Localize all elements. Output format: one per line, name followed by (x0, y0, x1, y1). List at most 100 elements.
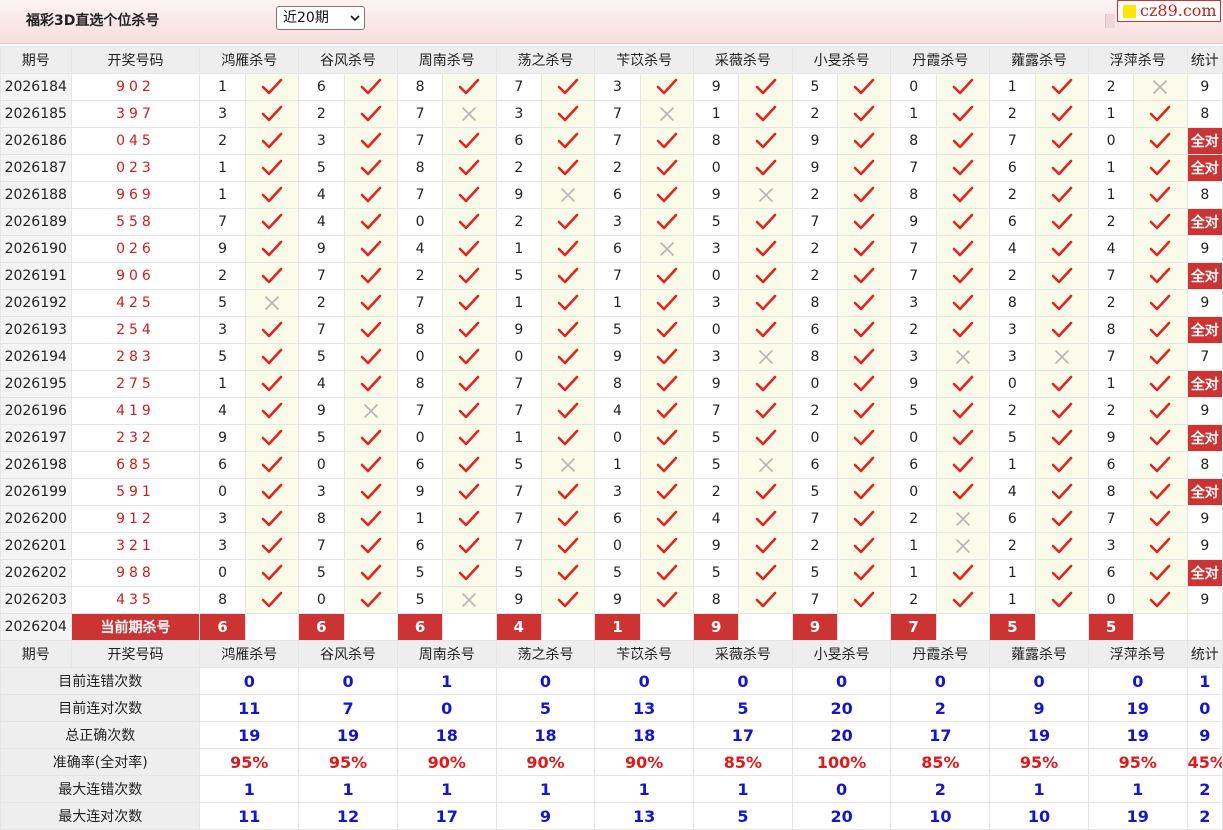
result-cell (639, 181, 695, 209)
kill-number: 6 (594, 235, 641, 263)
result-cell (935, 73, 991, 101)
site-badge[interactable]: cz89.com (1117, 0, 1221, 22)
stats-value: 1 (1186, 667, 1223, 695)
check-mark-icon (853, 348, 875, 365)
kill-number-table: 期号 开奖号码 鸿雁杀号 谷风杀号 周南杀号 荡之杀号 苄苡杀号 采薇杀号 小旻杀号 丹霞杀号 蕹露… (0, 46, 1223, 830)
stats-value: 90% (594, 748, 695, 776)
check-mark-icon (755, 483, 776, 500)
result-cell (1034, 424, 1089, 452)
check-mark-icon (261, 186, 283, 203)
result-cell (639, 235, 695, 263)
kill-number: 5 (199, 343, 246, 371)
check-mark-icon (853, 267, 875, 284)
issue-number: 2026190 (0, 235, 72, 263)
kill-number: 0 (298, 451, 345, 479)
stats-row: 目前连错次数 0 0 1 0 0 0 0 0 0 0 1 (0, 667, 1223, 695)
check-mark-icon (656, 186, 678, 203)
kill-number: 0 (890, 424, 937, 452)
result-cell (343, 451, 398, 479)
kill-number: 6 (1087, 559, 1135, 587)
period-select[interactable]: 近20期 (276, 6, 365, 30)
check-mark-icon (557, 348, 579, 365)
result-cell (935, 262, 991, 290)
kill-number: 2 (298, 289, 345, 317)
result-cell (343, 73, 398, 101)
check-mark-icon (853, 375, 875, 392)
kill-number: 7 (989, 127, 1036, 155)
result-cell (1133, 181, 1188, 209)
stats-row-label: 目前连对次数 (0, 694, 201, 722)
result-cell (343, 397, 398, 425)
kill-number: 2 (1087, 397, 1135, 425)
correct-count: 9 (1186, 397, 1223, 425)
stats-value: 1 (396, 667, 497, 695)
correct-count: 8 (1186, 181, 1223, 209)
table-row: 2026184 902 1 6 8 7 3 9 5 0 1 2 9 (0, 73, 1223, 101)
current-kill-spacer (738, 613, 793, 641)
check-mark-icon (755, 213, 776, 230)
result-cell (442, 397, 497, 425)
check-mark-icon (656, 375, 678, 392)
correct-count: 7 (1186, 343, 1223, 371)
result-cell (1034, 127, 1089, 155)
check-mark-icon (261, 591, 283, 608)
current-stat-spacer (1186, 613, 1223, 641)
result-cell (540, 397, 596, 425)
check-mark-icon (755, 321, 776, 338)
issue-number: 2026196 (0, 397, 72, 425)
result-cell (1034, 208, 1089, 236)
kill-number: 3 (298, 478, 345, 506)
cross-mark-icon (363, 404, 378, 418)
stats-value: 1 (199, 775, 300, 803)
kill-number: 1 (594, 289, 641, 317)
column-header: 苄苡杀号 (594, 640, 695, 668)
result-cell (540, 343, 596, 371)
check-mark-icon (557, 132, 579, 149)
stats-value: 0 (298, 667, 398, 695)
result-cell (1034, 343, 1089, 371)
check-mark-icon (360, 537, 381, 554)
result-cell (1133, 424, 1188, 452)
column-header: 采薇杀号 (693, 46, 793, 74)
kill-number: 5 (594, 559, 641, 587)
check-mark-icon (1051, 78, 1073, 95)
draw-number: 045 (70, 127, 201, 155)
result-cell (343, 532, 398, 560)
result-cell (442, 100, 497, 128)
check-mark-icon (360, 429, 381, 446)
column-header: 采薇杀号 (693, 640, 793, 668)
check-mark-icon (952, 321, 974, 338)
kill-number: 7 (495, 397, 542, 425)
current-kill-spacer (935, 613, 991, 641)
correct-count: 9 (1186, 505, 1223, 533)
result-cell (1034, 532, 1089, 560)
check-mark-icon (360, 267, 381, 284)
check-mark-icon (459, 294, 480, 311)
check-mark-icon (459, 402, 480, 419)
draw-number: 232 (70, 424, 201, 452)
result-cell (935, 100, 991, 128)
stats-value: 17 (693, 721, 793, 749)
kill-number: 8 (1087, 478, 1135, 506)
result-cell (1133, 478, 1188, 506)
result-cell (837, 289, 892, 317)
kill-number: 2 (791, 397, 839, 425)
draw-number: 558 (70, 208, 201, 236)
kill-number: 4 (396, 235, 444, 263)
kill-number: 9 (298, 235, 345, 263)
all-correct-badge: 全对 (1186, 127, 1223, 155)
kill-number: 5 (298, 559, 345, 587)
stats-value: 20 (791, 694, 892, 722)
check-mark-icon (1150, 240, 1171, 257)
check-mark-icon (459, 429, 480, 446)
kill-number: 7 (396, 127, 444, 155)
stats-value: 1 (298, 775, 398, 803)
stats-value: 1 (1087, 775, 1188, 803)
table-row: 2026202 988 0 5 5 5 5 5 5 1 1 6 全对 (0, 559, 1223, 587)
kill-number: 9 (791, 154, 839, 182)
kill-number: 2 (791, 235, 839, 263)
result-cell (639, 397, 695, 425)
check-mark-icon (261, 132, 283, 149)
kill-number: 5 (693, 208, 740, 236)
stats-value: 1 (396, 775, 497, 803)
